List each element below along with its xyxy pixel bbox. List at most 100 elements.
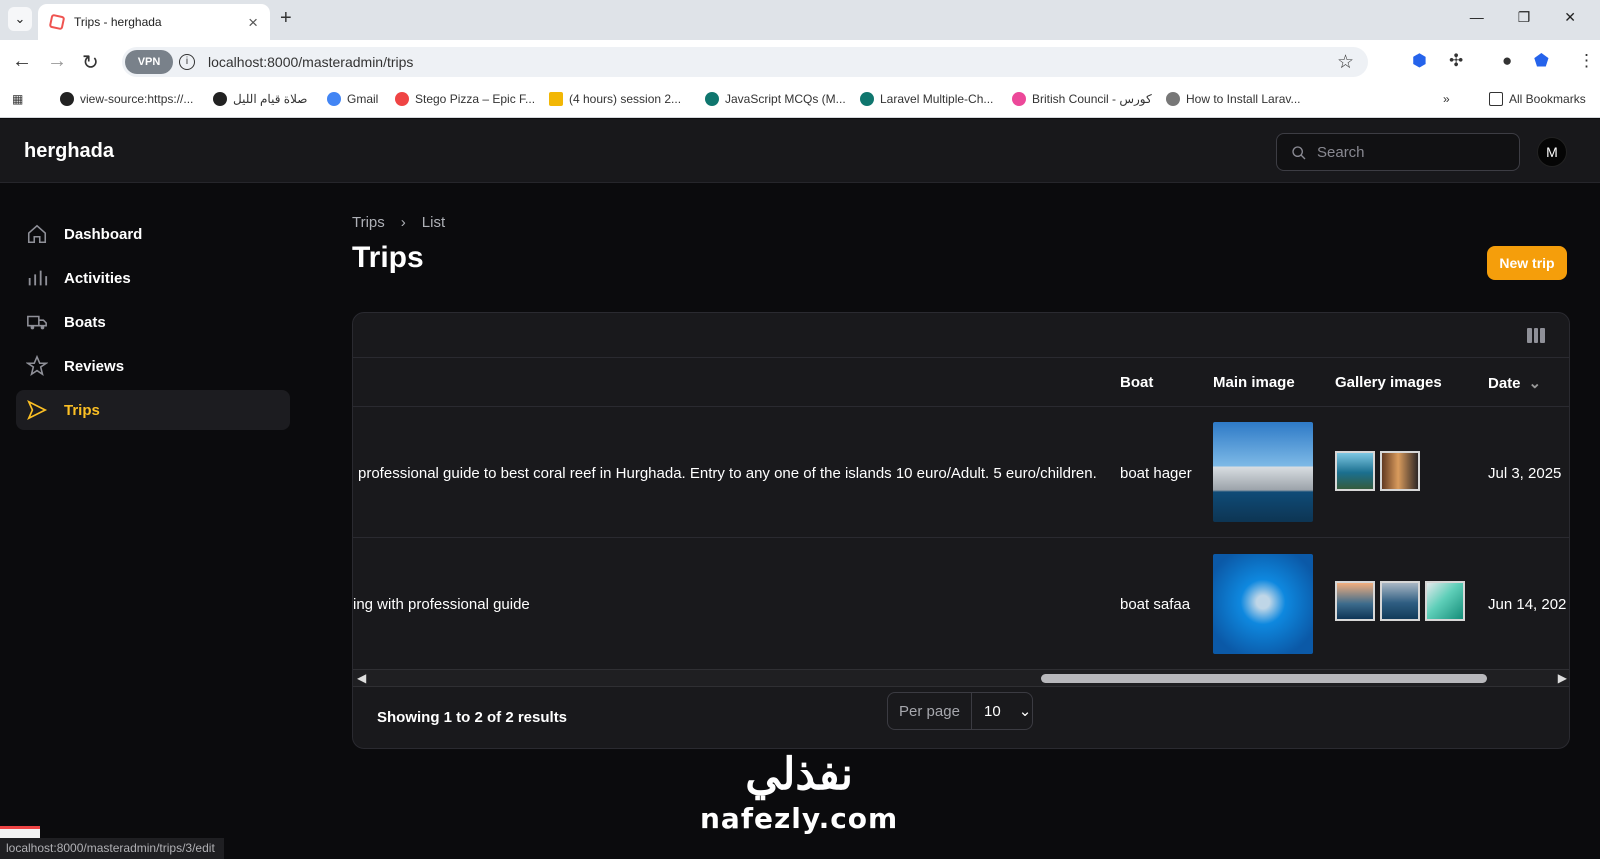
per-page-label: Per page xyxy=(888,693,972,729)
nafezly-watermark: نفذلي nafezly.com xyxy=(700,746,898,834)
back-arrow-icon[interactable]: ← xyxy=(12,50,32,73)
star-icon xyxy=(26,355,48,377)
shield-extension-icon[interactable]: ⬢ xyxy=(1412,51,1427,71)
paper-plane-icon xyxy=(27,399,48,421)
bookmark-item[interactable]: Stego Pizza – Epic F... xyxy=(395,92,535,106)
page-title: Trips xyxy=(352,241,424,274)
column-toggle-icon[interactable] xyxy=(1527,328,1545,343)
sidebar-item-label: Boats xyxy=(64,313,106,331)
bookmark-item[interactable]: Laravel Multiple-Ch... xyxy=(860,92,993,106)
new-tab-button[interactable]: + xyxy=(280,7,292,30)
horizontal-scrollbar[interactable]: ◀ ▶ xyxy=(353,669,1569,687)
search-icon xyxy=(1292,146,1306,160)
sidebar-item-trips[interactable]: Trips xyxy=(16,390,290,430)
bookmark-item[interactable]: (4 hours) session 2... xyxy=(549,92,681,106)
trip-date: Jun 14, 202 xyxy=(1488,596,1567,613)
per-page-select[interactable]: Per page 10 ⌄ xyxy=(887,692,1033,730)
gallery-thumbnail[interactable] xyxy=(1380,581,1420,621)
new-trip-button[interactable]: New trip xyxy=(1487,246,1567,280)
row-divider xyxy=(353,537,1569,538)
reload-icon[interactable]: ↻ xyxy=(82,50,99,75)
tab-title: Trips - herghada xyxy=(74,15,162,29)
bookmark-item[interactable]: British Council - كورس xyxy=(1012,92,1152,106)
bookmarks-bar: ▦ view-source:https://... صلاة قيام اللي… xyxy=(0,84,1600,118)
breadcrumb-list: List xyxy=(421,214,446,231)
sidebar-nav: Dashboard Activities Boats Reviews Trips xyxy=(16,214,290,434)
sidebar-item-label: Reviews xyxy=(64,357,125,375)
main-image-dolphin[interactable] xyxy=(1213,554,1313,654)
sidebar-item-label: Trips xyxy=(64,401,100,419)
gallery-thumbnail[interactable] xyxy=(1425,581,1465,621)
chevron-right-icon: › xyxy=(400,214,406,231)
brand-logo[interactable]: herghada xyxy=(24,140,114,163)
column-header-gallery-images[interactable]: Gallery images xyxy=(1335,374,1442,391)
sidebar-item-label: Activities xyxy=(64,269,131,287)
pagination-summary: Showing 1 to 2 of 2 results xyxy=(377,709,568,726)
sidebar-item-label: Dashboard xyxy=(64,225,143,243)
table-toolbar xyxy=(353,313,1569,358)
home-icon xyxy=(27,224,47,244)
url-text[interactable]: localhost:8000/masteradmin/trips xyxy=(208,54,413,70)
chrome-menu-icon[interactable]: ⋮ xyxy=(1578,51,1595,71)
breadcrumb: Trips › List xyxy=(352,214,1570,231)
bookmark-item[interactable]: JavaScript MCQs (M... xyxy=(705,92,846,106)
address-bar[interactable]: VPN i localhost:8000/masteradmin/trips ☆ xyxy=(122,47,1368,77)
column-header-date[interactable]: Date ⌄ xyxy=(1488,374,1541,392)
sidebar-item-reviews[interactable]: Reviews xyxy=(16,346,290,386)
restore-icon[interactable]: ❐ xyxy=(1518,9,1531,26)
sidebar-item-activities[interactable]: Activities xyxy=(16,258,290,298)
minimize-icon[interactable]: — xyxy=(1470,9,1484,26)
trip-description: professional guide to best coral reef in… xyxy=(358,465,1097,482)
bookmark-item[interactable]: صلاة قيام الليل xyxy=(213,92,307,106)
watermark-arabic: نفذلي xyxy=(745,750,853,799)
chevron-down-icon: ⌄ xyxy=(1018,703,1032,720)
bookmark-item[interactable]: Gmail xyxy=(327,92,378,106)
site-info-icon[interactable]: i xyxy=(179,54,195,70)
more-bookmarks-icon[interactable]: » xyxy=(1443,92,1450,106)
extensions-puzzle-icon[interactable]: ✣ xyxy=(1449,51,1463,71)
breadcrumb-trips[interactable]: Trips xyxy=(352,214,385,231)
scrollbar-thumb[interactable] xyxy=(1041,674,1487,683)
main-content: Trips › List Trips New trip xyxy=(352,214,1570,280)
laravel-favicon-icon xyxy=(48,13,66,31)
bookmark-star-icon[interactable]: ☆ xyxy=(1337,51,1354,74)
apps-grid-icon[interactable]: ▦ xyxy=(12,92,23,106)
forward-arrow-icon[interactable]: → xyxy=(47,50,67,73)
bookmark-item[interactable]: How to Install Larav... xyxy=(1166,92,1301,106)
window-controls: — ❐ ✕ xyxy=(1470,9,1576,26)
close-window-icon[interactable]: ✕ xyxy=(1564,9,1576,26)
search-placeholder: Search xyxy=(1317,144,1365,161)
sort-chevron-icon: ⌄ xyxy=(1528,375,1542,392)
vpn-badge[interactable]: VPN xyxy=(125,50,173,74)
header-divider xyxy=(353,406,1569,407)
sidebar-item-boats[interactable]: Boats xyxy=(16,302,290,342)
security-extension-icon[interactable]: ⬟ xyxy=(1534,51,1549,71)
bookmark-item[interactable]: view-source:https://... xyxy=(60,92,193,106)
per-page-value[interactable]: 10 ⌄ xyxy=(972,702,1032,721)
gallery-thumbnail[interactable] xyxy=(1335,451,1375,491)
scroll-left-icon[interactable]: ◀ xyxy=(357,671,366,685)
close-tab-icon[interactable]: × xyxy=(248,13,258,33)
scroll-right-icon[interactable]: ▶ xyxy=(1558,671,1567,685)
truck-icon xyxy=(27,315,47,330)
column-header-boat[interactable]: Boat xyxy=(1120,374,1153,391)
profile-icon[interactable]: ● xyxy=(1502,51,1512,71)
column-header-main-image[interactable]: Main image xyxy=(1213,374,1295,391)
search-input[interactable]: Search xyxy=(1276,133,1520,171)
all-bookmarks[interactable]: All Bookmarks xyxy=(1489,92,1586,106)
active-tab[interactable]: Trips - herghada × xyxy=(38,4,270,40)
trips-table: Boat Main image Gallery images Date ⌄ pro… xyxy=(352,312,1570,749)
gallery-thumbnail[interactable] xyxy=(1335,581,1375,621)
gallery-thumbnail[interactable] xyxy=(1380,451,1420,491)
app-header: herghada Search M xyxy=(0,119,1600,183)
watermark-url: nafezly.com xyxy=(700,802,899,835)
user-avatar[interactable]: M xyxy=(1537,137,1567,167)
main-image-boat[interactable] xyxy=(1213,422,1313,522)
boat-name: boat hager xyxy=(1120,465,1192,482)
tab-search-button[interactable]: ⌄ xyxy=(8,7,32,31)
browser-toolbar: ← → ↻ VPN i localhost:8000/masteradmin/t… xyxy=(0,40,1600,84)
bar-chart-icon xyxy=(28,270,48,286)
browser-tab-strip: ⌄ Trips - herghada × + — ❐ ✕ xyxy=(0,0,1600,40)
sidebar-item-dashboard[interactable]: Dashboard xyxy=(16,214,290,254)
trip-description: ing with professional guide xyxy=(353,596,530,613)
